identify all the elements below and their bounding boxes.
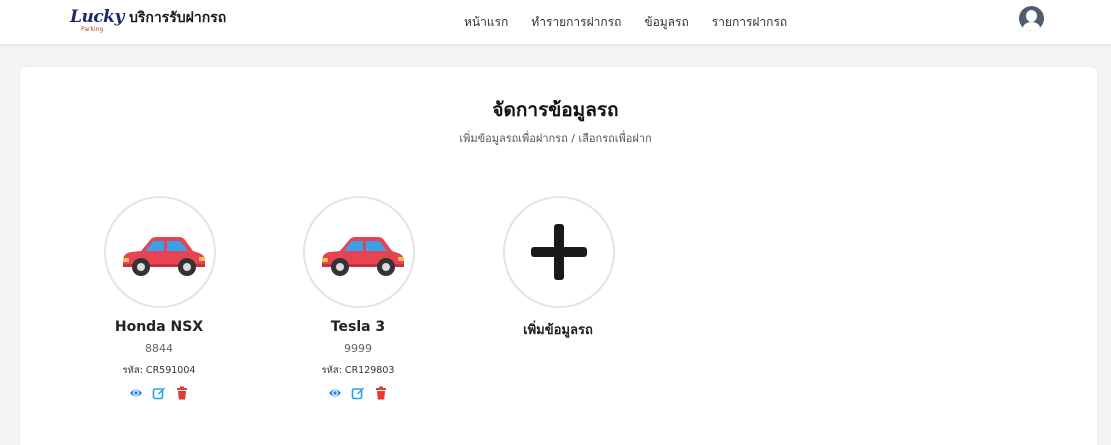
edit-icon[interactable] xyxy=(152,386,166,400)
add-car-button[interactable] xyxy=(503,196,615,308)
car-image[interactable] xyxy=(104,196,216,308)
nav-home[interactable]: หน้าแรก xyxy=(464,13,508,32)
car-actions xyxy=(303,386,413,400)
nav-car-info[interactable]: ข้อมูลรถ xyxy=(644,13,688,32)
car-image[interactable] xyxy=(303,196,415,308)
car-actions xyxy=(104,386,214,400)
logo-text: Lucky xyxy=(70,7,124,27)
lucky-logo[interactable]: Lucky Parking xyxy=(70,7,124,36)
car-card: Tesla 3 9999 รหัส: CR129803 xyxy=(303,196,415,400)
nav-menu: หน้าแรก ทำรายการฝากรถ ข้อมูลรถ รายการฝาก… xyxy=(464,13,810,32)
car-icon xyxy=(322,237,404,276)
car-plate: 9999 xyxy=(344,342,372,355)
user-avatar-icon[interactable] xyxy=(1019,6,1044,31)
brand-name[interactable]: บริการรับฝากรถ xyxy=(129,8,226,28)
eye-icon[interactable] xyxy=(129,386,143,400)
car-card: Honda NSX 8844 รหัส: CR591004 xyxy=(104,196,216,400)
nav-new-deposit[interactable]: ทำรายการฝากรถ xyxy=(531,13,621,32)
page-subtitle: เพิ่มข้อมูลรถเพื่อฝากรถ / เลือกรถเพื่อฝา… xyxy=(459,132,652,145)
page-title: จัดการข้อมูลรถ xyxy=(492,99,619,121)
edit-icon[interactable] xyxy=(351,386,365,400)
add-car-label[interactable]: เพิ่มข้อมูลรถ xyxy=(503,319,613,340)
car-name: Honda NSX xyxy=(114,319,204,335)
car-name: Tesla 3 xyxy=(330,319,386,335)
add-car-card[interactable]: เพิ่มข้อมูลรถ xyxy=(503,196,615,340)
trash-icon[interactable] xyxy=(175,386,189,400)
brand[interactable]: Lucky Parking บริการรับฝากรถ xyxy=(70,8,226,36)
eye-icon[interactable] xyxy=(328,386,342,400)
top-navbar: Lucky Parking บริการรับฝากรถ หน้าแรก ทำร… xyxy=(0,0,1111,44)
car-plate: 8844 xyxy=(145,342,173,355)
car-icon xyxy=(123,237,205,276)
nav-deposit-list[interactable]: รายการฝากรถ xyxy=(712,13,787,32)
trash-icon[interactable] xyxy=(374,386,388,400)
plus-icon xyxy=(531,224,587,280)
logo-subtext: Parking xyxy=(81,26,104,33)
car-code: รหัส: CR129803 xyxy=(321,365,395,376)
car-code: รหัส: CR591004 xyxy=(122,365,196,376)
